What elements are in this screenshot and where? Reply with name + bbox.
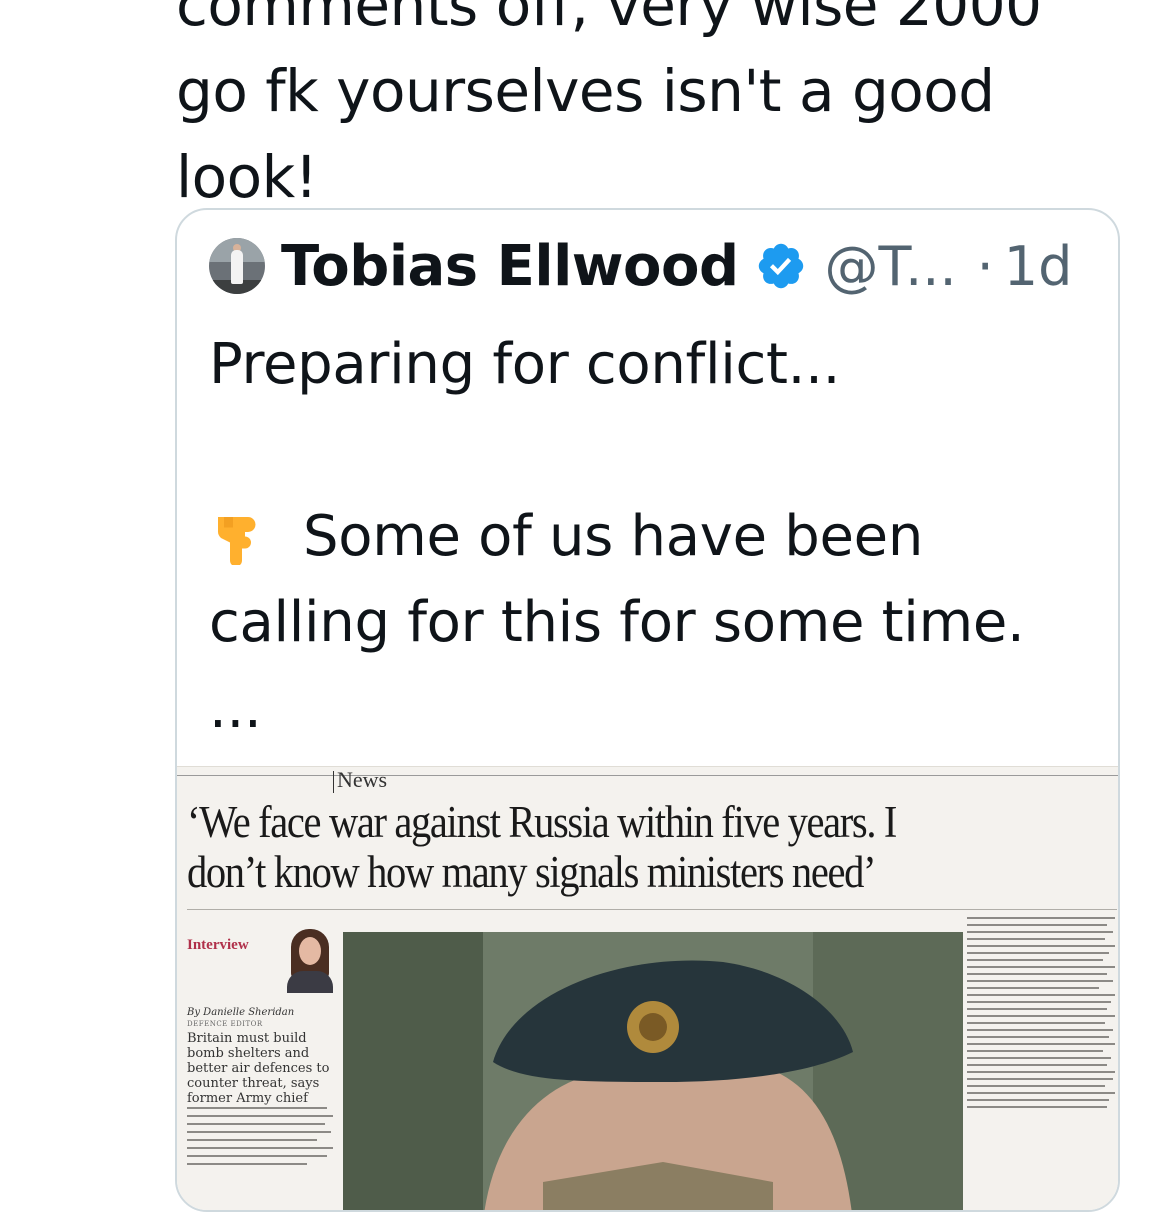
quoted-tweet-line: Some of us have been <box>303 504 924 569</box>
quoted-tweet-line: calling for this for some time. <box>209 590 1025 655</box>
author-name[interactable]: Tobias Ellwood <box>281 234 739 299</box>
divider <box>177 775 1118 776</box>
news-headline: ‘We face war against Russia within five … <box>187 797 1024 897</box>
verified-badge-icon <box>758 243 803 289</box>
newspaper-clipping-image[interactable]: News ‘We face war against Russia within … <box>177 766 1118 1210</box>
separator-dot: · <box>976 234 994 298</box>
article-left-column: Interview By Danielle Sheridan DEFENCE E… <box>187 917 337 1210</box>
standfirst: Britain must build bomb shelters and bet… <box>187 1031 330 1106</box>
author-portrait <box>279 925 341 993</box>
article-right-column <box>967 917 1117 1210</box>
tweet-text-line: go fk yourselves isn't a good <box>176 57 995 125</box>
quoted-tweet-body: Preparing for conflict... Some of us hav… <box>209 322 1089 752</box>
soldier-photo <box>343 932 963 1210</box>
quoted-tweet-blank-line <box>209 408 1089 494</box>
news-headline-line: don’t know how many signals ministers ne… <box>187 847 876 897</box>
author-handle[interactable]: @T... <box>825 235 957 298</box>
quoted-tweet-line: Preparing for conflict... <box>209 332 841 397</box>
divider <box>187 909 1117 910</box>
news-headline-line: ‘We face war against Russia within five … <box>187 797 897 847</box>
quoted-tweet-card[interactable]: Tobias Ellwood @T... · 1d Preparing for … <box>175 208 1120 1212</box>
tweet-text: comments off, very wise 2000 go fk yours… <box>176 0 1096 220</box>
byline: By Danielle Sheridan <box>187 1007 295 1018</box>
timestamp[interactable]: 1d <box>1004 235 1073 298</box>
article-body-text <box>187 1107 337 1171</box>
tweet-text-line: comments off, very wise 2000 <box>176 0 1042 39</box>
quoted-tweet-ellipsis: ... <box>209 676 262 741</box>
byline-role: DEFENCE EDITOR <box>187 1020 263 1028</box>
quoted-tweet-line-with-emoji: Some of us have been <box>209 494 1089 580</box>
pointing-down-emoji-icon <box>217 517 256 565</box>
background-text-fragment <box>807 907 819 947</box>
interview-label: Interview <box>187 937 249 953</box>
quoted-tweet-header: Tobias Ellwood @T... · 1d <box>209 230 1072 302</box>
avatar[interactable] <box>209 238 265 294</box>
news-section-label: News <box>332 767 388 793</box>
